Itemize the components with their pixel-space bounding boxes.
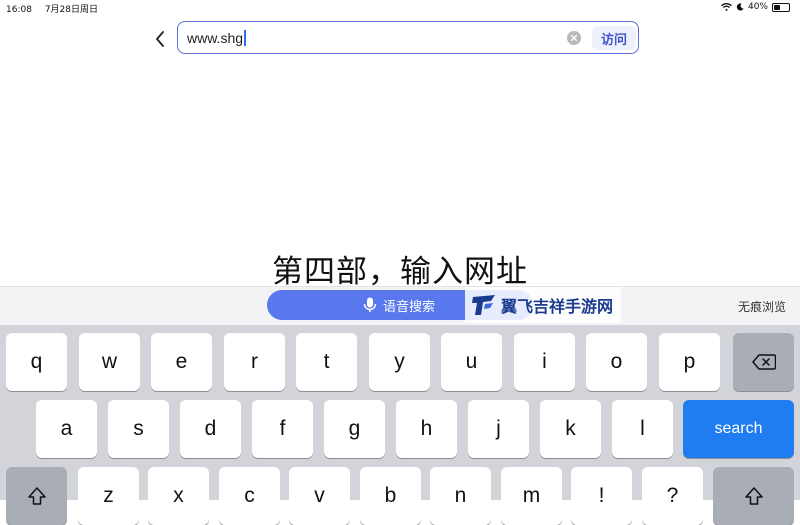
chevron-left-icon — [156, 31, 164, 47]
key-f[interactable]: f — [252, 400, 313, 458]
key-n[interactable]: n — [430, 467, 491, 525]
key-p[interactable]: p — [659, 333, 720, 391]
text-caret — [244, 30, 246, 46]
watermark: 翼飞吉祥手游网 — [465, 287, 622, 323]
key-v[interactable]: v — [289, 467, 350, 525]
key-d[interactable]: d — [180, 400, 241, 458]
key-w[interactable]: w — [79, 333, 140, 391]
url-text: www.shg — [187, 30, 246, 46]
key-y[interactable]: y — [369, 333, 430, 391]
status-date: 7月28日周日 — [44, 5, 98, 15]
clear-button[interactable] — [567, 31, 581, 45]
key-o[interactable]: o — [586, 333, 647, 391]
microphone-icon — [363, 297, 377, 312]
shift-key-right[interactable] — [713, 467, 794, 525]
watermark-text: 翼飞吉祥手游网 — [501, 297, 614, 316]
key-i[interactable]: i — [514, 333, 575, 391]
key-m[interactable]: m — [501, 467, 562, 525]
key-exclamation[interactable]: ! — [571, 467, 632, 525]
url-value: www.shg — [187, 30, 244, 46]
shift-icon — [27, 487, 46, 505]
moon-icon — [736, 3, 744, 11]
key-question[interactable]: ? — [642, 467, 703, 525]
visit-button[interactable]: 访问 — [592, 26, 636, 50]
status-time: 16:08 — [6, 5, 32, 15]
key-k[interactable]: k — [540, 400, 601, 458]
key-x[interactable]: x — [148, 467, 209, 525]
status-bar: 16:08 7月28日周日 40% — [0, 0, 800, 16]
battery-percent: 40% — [747, 2, 768, 12]
back-button[interactable] — [150, 28, 170, 50]
voice-search-label: 语音搜索 — [383, 299, 436, 315]
key-l[interactable]: l — [612, 400, 673, 458]
step-caption: 第四部，输入网址 — [272, 254, 528, 290]
key-t[interactable]: t — [296, 333, 357, 391]
suggestion-bar: 语音搜索 翼飞吉祥手游网 无痕浏览 — [0, 286, 800, 325]
keyboard: q w e r t y u i o p a s d f g h j k l se… — [0, 325, 800, 525]
search-key[interactable]: search — [683, 400, 794, 458]
key-q[interactable]: q — [6, 333, 67, 391]
key-s[interactable]: s — [108, 400, 169, 458]
shift-icon — [744, 487, 763, 505]
url-input[interactable]: www.shg 访问 — [177, 21, 639, 54]
key-g[interactable]: g — [324, 400, 385, 458]
wifi-icon — [721, 3, 732, 11]
key-z[interactable]: z — [78, 467, 139, 525]
key-u[interactable]: u — [441, 333, 502, 391]
key-a[interactable]: a — [36, 400, 97, 458]
key-b[interactable]: b — [360, 467, 421, 525]
incognito-button[interactable]: 无痕浏览 — [738, 298, 786, 315]
key-j[interactable]: j — [468, 400, 529, 458]
backspace-key[interactable] — [733, 333, 794, 391]
close-icon — [571, 35, 577, 41]
key-e[interactable]: e — [151, 333, 212, 391]
key-r[interactable]: r — [224, 333, 285, 391]
backspace-icon — [751, 354, 776, 370]
battery-icon — [772, 2, 790, 12]
key-h[interactable]: h — [396, 400, 457, 458]
key-c[interactable]: c — [219, 467, 280, 525]
battery-fill — [774, 4, 780, 10]
shift-key-left[interactable] — [6, 467, 67, 525]
watermark-logo-icon — [472, 295, 495, 315]
